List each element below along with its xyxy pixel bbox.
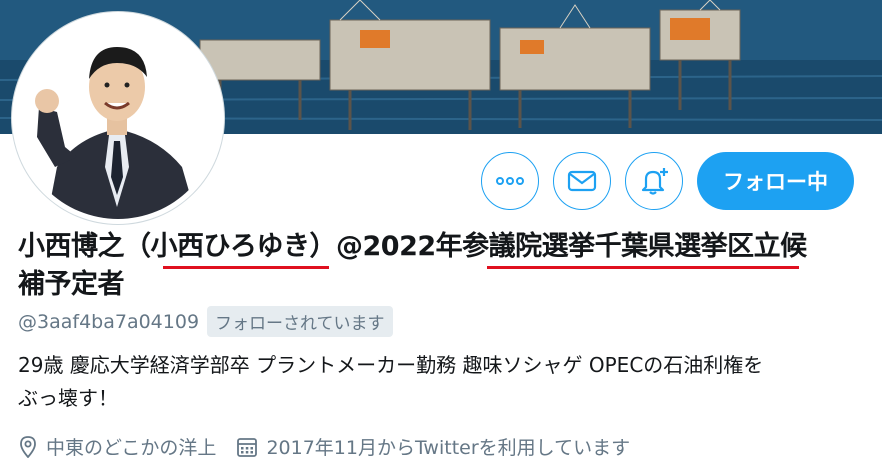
bio-line: ぶっ壊す！ [18, 386, 118, 410]
bio-line: 29歳 慶応大学経済学部卒 プラントメーカー勤務 趣味ソシャゲ OPECの石油利… [18, 353, 764, 377]
follows-you-badge: フォローされています [207, 306, 393, 337]
handle-row: @3aaf4ba7a04109 フォローされています [18, 306, 393, 337]
profile-name-line2: 補予定者 [18, 269, 125, 300]
profile-bio: 29歳 慶応大学経済学部卒 プラントメーカー勤務 趣味ソシャゲ OPECの石油利… [18, 349, 868, 415]
profile-meta: 中東のどこかの洋上 2017年11月からTwitterを利用しています [18, 433, 650, 460]
location-pin-icon [20, 435, 36, 458]
following-button[interactable]: フォロー中 [697, 152, 854, 210]
more-button[interactable] [481, 152, 539, 210]
profile-avatar[interactable] [12, 12, 224, 224]
highlight-underline [487, 266, 799, 269]
joined-text: 2017年11月からTwitterを利用しています [266, 437, 631, 459]
profile-handle: @3aaf4ba7a04109 [18, 310, 200, 333]
highlight-underline [163, 266, 329, 269]
location-item: 中東のどこかの洋上 [18, 433, 216, 460]
calendar-icon [237, 437, 258, 457]
more-icon [496, 177, 524, 185]
notifications-button[interactable] [625, 152, 683, 210]
bell-plus-icon [641, 168, 668, 195]
location-text: 中東のどこかの洋上 [46, 437, 217, 459]
message-button[interactable] [553, 152, 611, 210]
mail-icon [567, 170, 597, 192]
profile-name-line1: 小西博之（小西ひろゆき）@2022年参議院選挙千葉県選挙区立候 [18, 231, 807, 262]
profile-actions: フォロー中 [481, 152, 854, 210]
joined-item: 2017年11月からTwitterを利用しています [236, 433, 630, 460]
